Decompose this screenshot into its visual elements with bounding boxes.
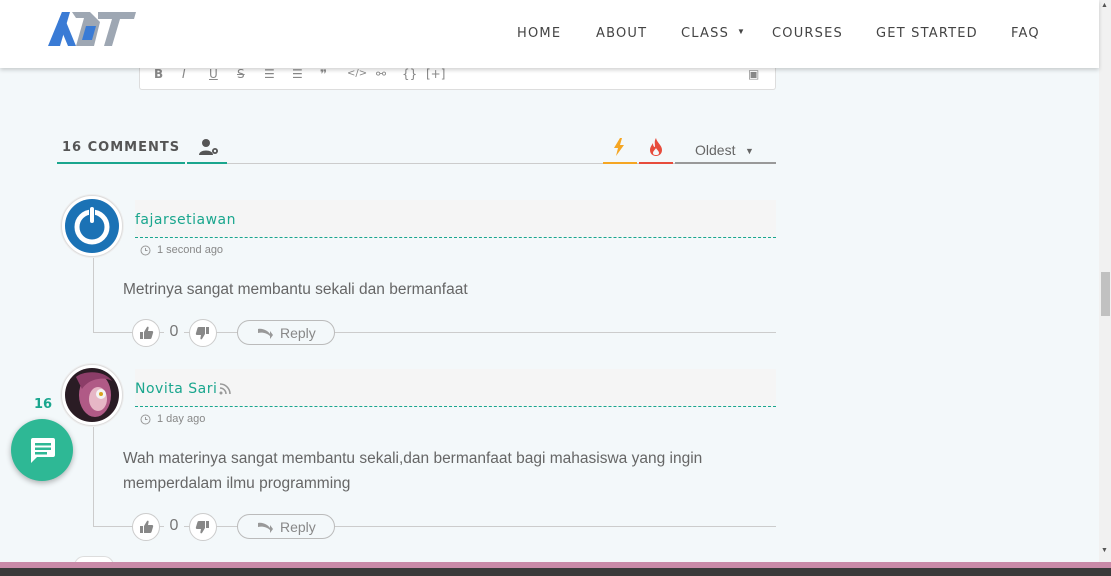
- scroll-up-arrow-icon[interactable]: ▲: [1101, 2, 1108, 9]
- sort-caret-icon[interactable]: ▼: [745, 146, 754, 156]
- downvote-button[interactable]: [189, 319, 217, 347]
- clock-icon: [140, 414, 151, 425]
- reply-label: Reply: [280, 325, 316, 341]
- clock-icon: [140, 245, 151, 256]
- thumbs-up-icon: [140, 520, 154, 533]
- bubble-comment-count: 16: [34, 397, 53, 412]
- nav-about[interactable]: ABOUT: [596, 26, 647, 41]
- main-nav: HOME ABOUT CLASS ▼ COURSES GET STARTED F…: [0, 26, 1099, 42]
- nav-courses[interactable]: COURSES: [772, 26, 843, 41]
- sort-tab-underline: [675, 162, 776, 164]
- quote-icon[interactable]: ❞: [320, 67, 327, 81]
- user-power-avatar-icon: [65, 199, 119, 253]
- comment-text: Wah materinya sangat membantu sekali,dan…: [123, 450, 703, 492]
- comment-author[interactable]: Novita Sari: [135, 381, 217, 397]
- comments-count[interactable]: 16 COMMENTS: [62, 140, 180, 155]
- thumbs-down-icon: [195, 521, 209, 534]
- comment-timestamp[interactable]: 1 second ago: [157, 244, 223, 256]
- bold-icon[interactable]: B: [154, 67, 163, 81]
- image-icon[interactable]: ▣: [748, 67, 759, 81]
- avatar[interactable]: [61, 195, 123, 257]
- reply-button[interactable]: Reply: [237, 514, 335, 539]
- vote-count: 0: [164, 323, 184, 341]
- spoiler-icon[interactable]: [+]: [426, 67, 445, 81]
- user-photo-avatar: [65, 368, 119, 422]
- dropdown-caret-icon[interactable]: ▼: [737, 27, 745, 36]
- reply-arrow-icon: [258, 328, 273, 339]
- comment-timestamp[interactable]: 1 day ago: [157, 413, 205, 425]
- rss-icon: [219, 383, 231, 395]
- subscribe-settings-icon[interactable]: [198, 138, 220, 156]
- upvote-button[interactable]: [132, 319, 160, 347]
- scroll-down-arrow-icon[interactable]: ▼: [1101, 547, 1108, 554]
- subscribe-tab-underline: [187, 162, 227, 164]
- bolt-tab-underline: [603, 162, 637, 164]
- thread-line: [93, 425, 94, 526]
- thumbs-up-icon: [140, 326, 154, 339]
- site-header: HOME ABOUT CLASS ▼ COURSES GET STARTED F…: [0, 0, 1099, 68]
- nav-get-started[interactable]: GET STARTED: [876, 26, 978, 41]
- strikethrough-icon[interactable]: S: [237, 67, 245, 81]
- comment-text: Metrinya sangat membantu sekali dan berm…: [123, 281, 468, 298]
- sort-dropdown[interactable]: Oldest: [695, 142, 735, 158]
- vote-count: 0: [164, 517, 184, 535]
- link-icon[interactable]: ⚯: [376, 67, 386, 81]
- thumbs-down-icon: [195, 327, 209, 340]
- newest-bolt-icon[interactable]: [612, 138, 626, 156]
- nav-faq[interactable]: FAQ: [1011, 26, 1040, 41]
- reply-label: Reply: [280, 519, 316, 535]
- upvote-button[interactable]: [132, 513, 160, 541]
- taskbar: [0, 568, 1111, 576]
- fire-tab-underline: [639, 162, 673, 164]
- code-block-icon[interactable]: {}: [402, 67, 417, 81]
- code-icon[interactable]: </>: [347, 68, 367, 79]
- hottest-fire-icon[interactable]: [648, 138, 664, 156]
- chat-bubble-icon: [31, 438, 55, 463]
- underline-icon[interactable]: U: [209, 67, 218, 81]
- comment-header: [135, 369, 776, 407]
- thread-line: [93, 256, 94, 332]
- ordered-list-icon[interactable]: ☰: [264, 67, 275, 81]
- downvote-button[interactable]: [189, 513, 217, 541]
- italic-icon[interactable]: I: [182, 67, 186, 81]
- nav-home[interactable]: HOME: [517, 26, 561, 41]
- comment-author[interactable]: fajarsetiawan: [135, 212, 236, 228]
- reply-arrow-icon: [258, 522, 273, 533]
- comments-tab-underline: [57, 162, 185, 164]
- reply-button[interactable]: Reply: [237, 320, 335, 345]
- unordered-list-icon[interactable]: ☰: [292, 67, 303, 81]
- nav-class[interactable]: CLASS: [681, 26, 729, 41]
- avatar[interactable]: [61, 364, 123, 426]
- floating-comments-button[interactable]: [11, 419, 73, 481]
- scrollbar-thumb[interactable]: [1101, 272, 1110, 316]
